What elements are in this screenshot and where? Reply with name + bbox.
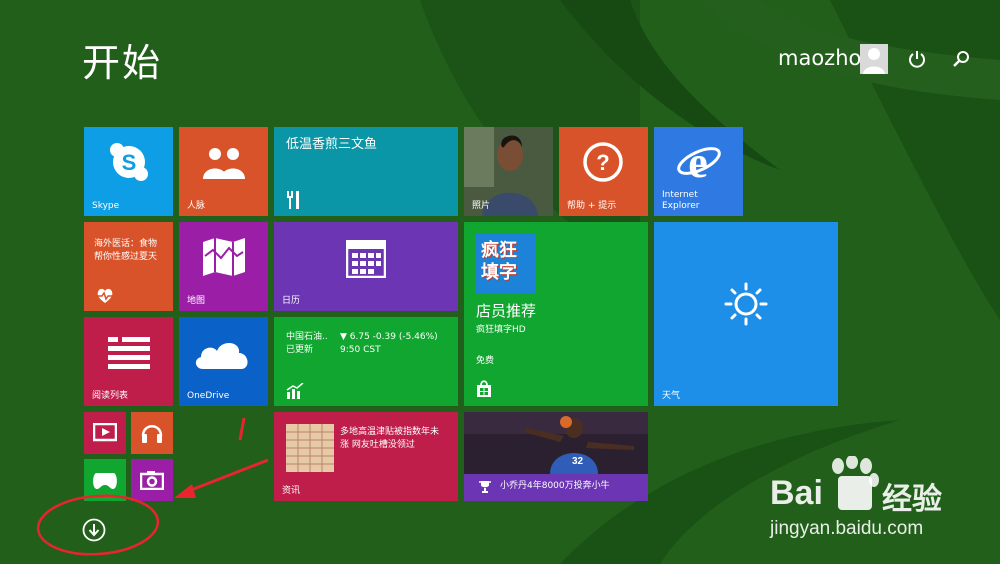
store-bag-icon: [477, 380, 491, 397]
camera-icon: [140, 471, 164, 490]
tile-games[interactable]: [84, 459, 126, 501]
tile-skype[interactable]: S Skype: [84, 127, 173, 216]
store-app-logo: 疯狂 填字: [476, 234, 536, 294]
tile-video[interactable]: [84, 412, 126, 454]
tile-label: 地图: [187, 296, 206, 306]
ie-icon: e: [677, 139, 721, 183]
watermark-logo-box: [838, 476, 872, 510]
tile-weather[interactable]: 天气: [654, 222, 838, 406]
svg-text:?: ?: [596, 150, 609, 175]
tile-internet-explorer[interactable]: e Internet Explorer: [654, 127, 743, 216]
all-apps-button[interactable]: [82, 518, 106, 542]
news-headline: 多地高温津贴被指数年未 涨 网友吐槽没领过: [340, 427, 440, 450]
store-app-name: 疯狂填字HD: [476, 325, 526, 335]
tile-help[interactable]: ? 帮助 + 提示: [559, 127, 648, 216]
people-icon: [203, 148, 245, 179]
tile-onedrive[interactable]: OneDrive: [179, 317, 268, 406]
start-title: 开始: [82, 41, 163, 85]
sports-photo: 32: [464, 412, 648, 474]
sun-icon: [724, 282, 768, 326]
tile-label: 照片: [472, 201, 491, 211]
fork-knife-icon: [287, 191, 299, 209]
tile-label: 人脉: [187, 201, 206, 211]
arrow-down-circle-icon: [82, 518, 106, 542]
tile-food-title: 低温香煎三文鱼: [286, 137, 378, 152]
tile-label: 阅读列表: [92, 391, 129, 401]
store-title: 店员推荐: [476, 302, 537, 320]
tile-health[interactable]: 海外医话：食物 帮你性感过夏天: [84, 222, 173, 311]
tile-label: 资讯: [282, 486, 301, 496]
finance-quote: ▼ 6.75 -0.39 (-5.46%) 9:50 CST: [340, 332, 438, 355]
calendar-icon: [346, 240, 386, 278]
tile-label-multi: Internet Explorer: [662, 190, 700, 211]
power-icon[interactable]: [906, 48, 928, 70]
game-controller-icon: [93, 473, 117, 489]
svg-text:S: S: [122, 150, 137, 175]
tile-label: Skype: [92, 201, 120, 211]
tile-label: OneDrive: [187, 391, 230, 401]
tile-finance[interactable]: 中国石油.. 已更新 ▼ 6.75 -0.39 (-5.46%) 9:50 CS…: [274, 317, 458, 406]
watermark-brand-left: Bai: [770, 474, 823, 512]
tile-label: 帮助 + 提示: [567, 201, 617, 211]
tile-photos[interactable]: 照片: [464, 127, 553, 216]
tile-label: 天气: [662, 391, 681, 401]
news-thumbnail: [286, 424, 334, 472]
tile-health-text: 海外医话：食物 帮你性感过夏天: [94, 239, 158, 262]
finance-stock-name: 中国石油.. 已更新: [286, 332, 328, 355]
tile-people[interactable]: 人脉: [179, 127, 268, 216]
search-icon[interactable]: [950, 48, 972, 70]
trophy-icon: [479, 481, 491, 493]
help-icon: ?: [583, 142, 623, 182]
store-price: 免费: [476, 356, 495, 366]
reading-list-icon: [108, 337, 150, 369]
tile-maps[interactable]: 地图: [179, 222, 268, 311]
tile-reading-list[interactable]: 阅读列表: [84, 317, 173, 406]
user-avatar-icon[interactable]: [860, 44, 888, 74]
svg-text:32: 32: [572, 456, 584, 467]
svg-text:e: e: [688, 139, 708, 183]
tile-food[interactable]: 低温香煎三文鱼: [274, 127, 458, 216]
chart-icon: [286, 383, 304, 399]
tile-calendar[interactable]: 日历: [274, 222, 458, 311]
cloud-icon: [195, 342, 248, 369]
tile-label: 日历: [282, 296, 301, 306]
video-icon: [93, 423, 117, 442]
heart-pulse-icon: [97, 288, 113, 303]
watermark-url: jingyan.baidu.com: [770, 518, 924, 539]
tile-music[interactable]: [131, 412, 173, 454]
sports-caption: 小乔丹4年8000万投奔小牛: [500, 481, 610, 491]
tile-camera[interactable]: [131, 459, 173, 501]
watermark-brand-right: 经验: [882, 483, 942, 516]
map-icon: [203, 238, 245, 276]
tile-sports[interactable]: 32 小乔丹4年8000万投奔小牛: [464, 412, 648, 501]
tile-store[interactable]: 疯狂 填字 店员推荐 疯狂填字HD 免费: [464, 222, 648, 406]
tile-news[interactable]: 多地高温津贴被指数年未 涨 网友吐槽没领过 资讯: [274, 412, 458, 501]
skype-icon: S: [110, 143, 148, 181]
headphones-icon: [141, 425, 163, 443]
